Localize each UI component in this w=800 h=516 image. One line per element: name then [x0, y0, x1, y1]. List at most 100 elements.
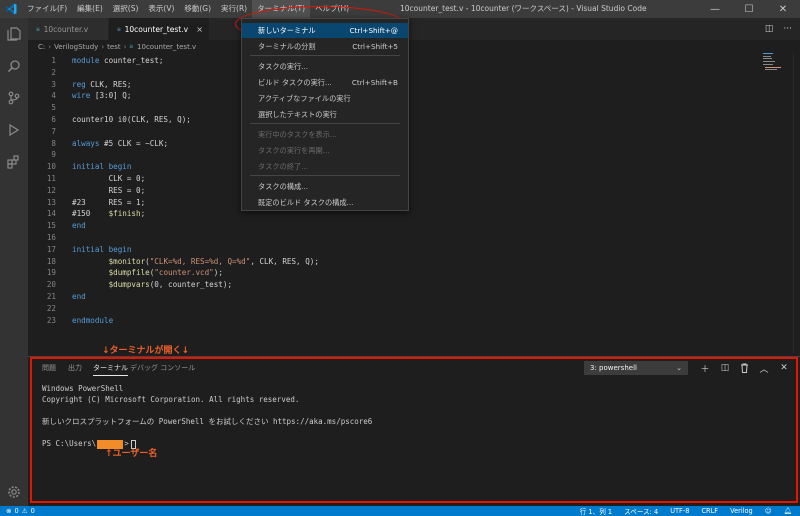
dropdown-menu-item: タスクの実行を再開... [242, 143, 408, 158]
dropdown-menu-item[interactable]: タスクの構成... [242, 179, 408, 194]
menu-item[interactable]: 編集(E) [72, 0, 108, 18]
line-number: 20 [46, 280, 56, 290]
menu-item-shortcut: Ctrl+Shift+5 [352, 42, 398, 51]
editor-scrollbar[interactable] [793, 53, 800, 353]
menu-item-shortcut: Ctrl+Shift+@ [349, 26, 398, 35]
line-number: 21 [46, 292, 56, 301]
notifications-bell-icon[interactable]: 🔔︎ [784, 507, 792, 515]
tab-10counter[interactable]: ≡ 10counter.v [28, 18, 108, 40]
dropdown-menu-item[interactable]: 既定のビルド タスクの構成... [242, 195, 408, 210]
verilog-file-icon: ≡ [117, 25, 121, 33]
verilog-file-icon: ≡ [129, 43, 134, 50]
line-number: 19 [46, 268, 56, 278]
line-code: #23 RES = 1; [72, 197, 146, 207]
menu-item-label: タスクの構成... [258, 181, 308, 191]
explorer-icon[interactable] [0, 18, 28, 50]
warning-icon: ⚠ [21, 507, 28, 515]
menu-item-label: ターミナルの分割 [258, 41, 316, 51]
code-line: 19 $dumpfile("counter.vcd"); [28, 267, 728, 278]
feedback-icon[interactable]: ☺ [765, 507, 772, 515]
problems-status[interactable]: ⊗ 0 ⚠ 0 [6, 506, 35, 516]
verilog-file-icon: ≡ [36, 25, 40, 33]
search-icon[interactable] [0, 50, 28, 82]
extensions-icon[interactable] [0, 146, 28, 178]
line-number: 9 [51, 150, 56, 160]
dropdown-menu-item[interactable]: 新しいターミナル Ctrl+Shift+@ [242, 23, 408, 38]
line-code: $dumpvars(0, counter_test); [108, 280, 233, 290]
indentation[interactable]: スペース: 4 [624, 506, 658, 516]
menu-item[interactable]: 表示(V) [143, 0, 179, 18]
line-number: 3 [51, 79, 56, 89]
close-window-button[interactable]: ✕ [766, 0, 800, 18]
line-code: wire [3:0] Q; [72, 91, 132, 101]
menu-item-label: 実行中のタスクを表示... [258, 129, 337, 139]
vscode-logo-icon [0, 0, 22, 18]
line-code: $dumpfile("counter.vcd"); [108, 268, 223, 278]
minimap[interactable] [763, 53, 791, 73]
breadcrumb-item[interactable]: C: [38, 43, 45, 51]
dropdown-menu-item[interactable]: タスクの実行... [242, 59, 408, 74]
line-number: 5 [51, 103, 56, 113]
line-number: 13 [46, 197, 56, 207]
editor-tab-bar: ≡ 10counter.v ≡ 10counter_test.v × ◫ ··· [28, 18, 800, 40]
line-number: 16 [46, 233, 56, 242]
line-number: 17 [46, 244, 56, 254]
line-code: counter10 i0(CLK, RES, Q); [72, 115, 191, 124]
menu-item-shortcut: Ctrl+Shift+B [351, 78, 398, 87]
line-code: always #5 CLK = ~CLK; [72, 138, 169, 148]
dropdown-menu-item[interactable]: ビルド タスクの実行... Ctrl+Shift+B [242, 75, 408, 90]
error-count: 0 [14, 507, 19, 515]
line-code: $monitor("CLK=%d, RES=%d, Q=%d", CLK, RE… [108, 256, 319, 266]
menu-item[interactable]: 選択(S) [108, 0, 144, 18]
line-code: initial begin [72, 244, 132, 254]
window-title: 10counter_test.v - 10counter (ワークスペース) -… [400, 4, 647, 13]
source-control-icon[interactable] [0, 82, 28, 114]
split-editor-icon[interactable]: ◫ [765, 24, 774, 34]
dropdown-menu-item: タスクの終了... [242, 159, 408, 174]
annotation-terminal-opens: ↓ターミナルが開く↓ [102, 346, 190, 356]
dropdown-menu-item[interactable]: アクティブなファイルの実行 [242, 91, 408, 106]
breadcrumb: C: › VerilogStudy › test › ≡ 10counter_test… [38, 42, 197, 51]
menu-item-label: 選択したテキストの実行 [258, 109, 337, 119]
code-line: 21 end [28, 291, 728, 302]
line-number: 11 [46, 174, 56, 183]
line-number: 22 [46, 303, 56, 313]
line-code: end [72, 221, 86, 231]
menu-item[interactable]: ファイル(F) [22, 0, 72, 18]
tab-10counter-test[interactable]: ≡ 10counter_test.v × [109, 18, 209, 40]
warning-count: 0 [30, 507, 35, 515]
cursor-position[interactable]: 行 1、列 1 [580, 506, 612, 516]
more-actions-icon[interactable]: ··· [783, 24, 792, 34]
run-debug-icon[interactable] [0, 114, 28, 146]
activity-bar [0, 18, 28, 506]
dropdown-menu-item[interactable]: 選択したテキストの実行 [242, 107, 408, 122]
line-number: 2 [51, 67, 56, 77]
line-number: 15 [46, 221, 56, 231]
dropdown-menu-item: 実行中のタスクを表示... [242, 127, 408, 142]
code-line: 17 initial begin [28, 244, 728, 255]
menu-separator [250, 55, 400, 56]
window-controls: — ☐ ✕ [698, 0, 800, 18]
manage-gear-icon[interactable] [0, 476, 28, 508]
minimize-button[interactable]: — [698, 0, 732, 18]
menu-item[interactable]: 移動(G) [179, 0, 216, 18]
breadcrumb-item[interactable]: test [107, 43, 120, 51]
line-code: initial begin [72, 162, 132, 172]
code-editor[interactable]: 1 module counter_test; 2 3 reg CLK, RES; 4 wir… [28, 53, 800, 353]
menu-item-label: 新しいターミナル [258, 25, 316, 35]
breadcrumb-item[interactable]: VerilogStudy [54, 43, 98, 51]
line-number: 18 [46, 256, 56, 266]
dropdown-menu-item[interactable]: ターミナルの分割 Ctrl+Shift+5 [242, 39, 408, 54]
close-tab-icon[interactable]: × [196, 25, 203, 34]
line-ending[interactable]: CRLF [701, 507, 718, 515]
language-mode[interactable]: Verilog [730, 507, 753, 515]
encoding[interactable]: UTF-8 [670, 507, 689, 515]
line-code: module counter_test; [72, 56, 164, 65]
code-line: 16 [28, 232, 728, 243]
line-number: 6 [51, 115, 56, 124]
status-bar: ⊗ 0 ⚠ 0 行 1、列 1 スペース: 4 UTF-8 CRLF Verilog… [0, 506, 800, 516]
line-number: 8 [51, 138, 56, 148]
breadcrumb-item[interactable]: 10counter_test.v [137, 43, 196, 51]
maximize-button[interactable]: ☐ [732, 0, 766, 18]
editor-actions: ◫ ··· [765, 18, 792, 40]
